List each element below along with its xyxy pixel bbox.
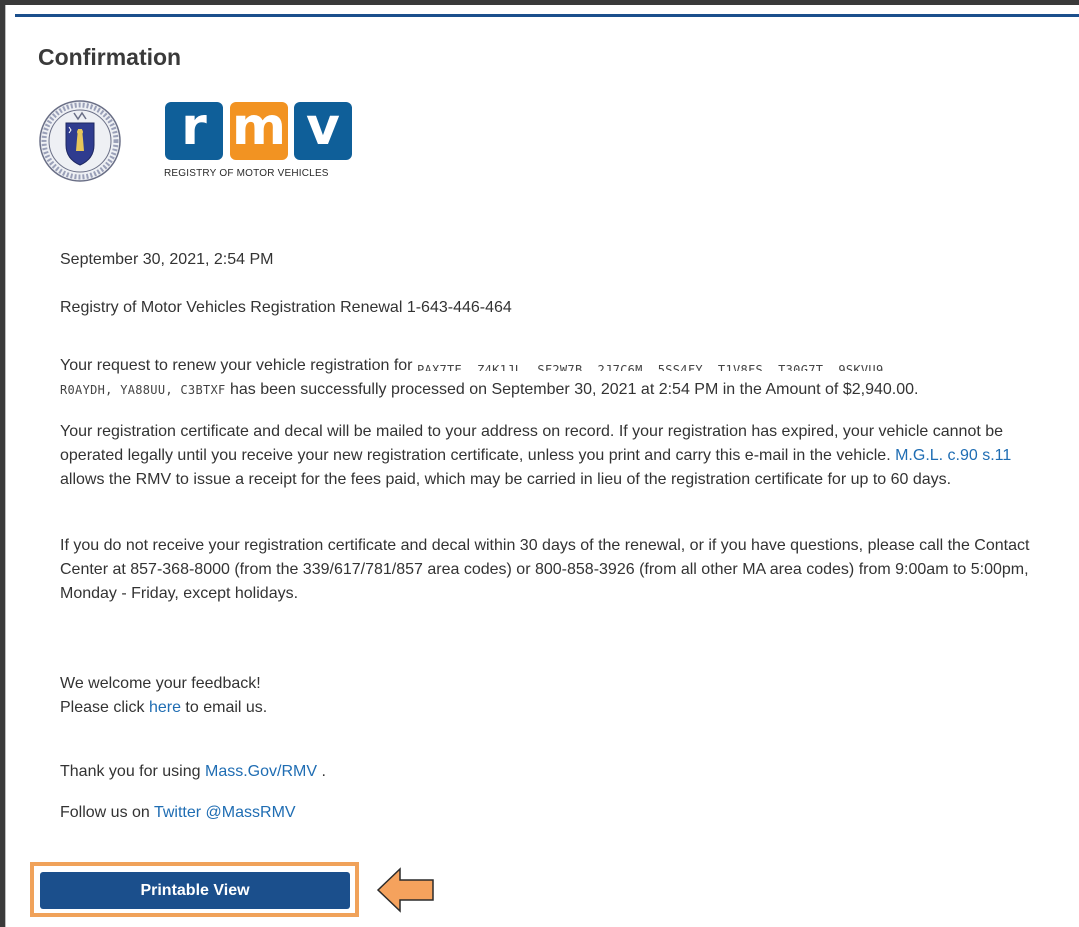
follow-prefix: Follow us on — [60, 804, 150, 821]
rmv-logo-v: v — [294, 101, 352, 160]
printable-view-highlight: Printable View — [30, 862, 359, 917]
mgl-link[interactable]: M.G.L. c.90 s.11 — [895, 447, 1011, 464]
massachusetts-seal-icon — [39, 100, 121, 182]
twitter-link[interactable]: Twitter @MassRMV — [154, 804, 296, 821]
mass-gov-link[interactable]: Mass.Gov/RMV — [205, 763, 317, 780]
feedback-link[interactable]: here — [149, 699, 181, 716]
feedback-paragraph: We welcome your feedback! Please click h… — [60, 672, 267, 720]
header-rule — [15, 14, 1079, 17]
request-suffix: has been successfully processed on Septe… — [230, 381, 919, 398]
rmv-logo-r: r — [165, 101, 223, 160]
follow-paragraph: Follow us on Twitter @MassRMV — [60, 801, 296, 825]
content-left-border — [5, 5, 14, 927]
confirmation-date: September 30, 2021, 2:54 PM — [60, 251, 274, 268]
certificate-text-2: allows the RMV to issue a receipt for th… — [60, 471, 952, 488]
feedback-heading: We welcome your feedback! — [60, 675, 261, 692]
feedback-prefix: Please click — [60, 699, 145, 716]
plate-list-line1: PAX7TE, Z4K1JL, SF2W7B, 2J7C6M, 5SS4FY, … — [416, 363, 891, 371]
arrow-left-icon — [376, 867, 434, 913]
certificate-text-1: Your registration certificate and decal … — [60, 423, 1004, 464]
contact-paragraph: If you do not receive your registration … — [60, 537, 1030, 602]
printable-view-button[interactable]: Printable View — [40, 872, 350, 909]
request-paragraph: Your request to renew your vehicle regis… — [60, 354, 1065, 402]
rmv-logo-m: m — [230, 101, 288, 160]
thanks-paragraph: Thank you for using Mass.Gov/RMV . — [60, 760, 326, 784]
transaction-title: Registry of Motor Vehicles Registration … — [60, 299, 512, 316]
rmv-logo-subtitle: REGISTRY OF MOTOR VEHICLES — [164, 168, 329, 179]
thanks-prefix: Thank you for using — [60, 763, 201, 780]
certificate-paragraph: Your registration certificate and decal … — [60, 420, 1020, 492]
page-title: Confirmation — [38, 44, 182, 70]
rmv-logo: r m v REGISTRY OF MOTOR VEHICLES — [164, 101, 364, 184]
feedback-suffix: to email us. — [185, 699, 268, 716]
request-prefix: Your request to renew your vehicle regis… — [60, 357, 413, 374]
plate-list-line2: R0AYDH, YA88UU, C3BTXF — [60, 383, 226, 397]
thanks-suffix: . — [321, 763, 326, 780]
